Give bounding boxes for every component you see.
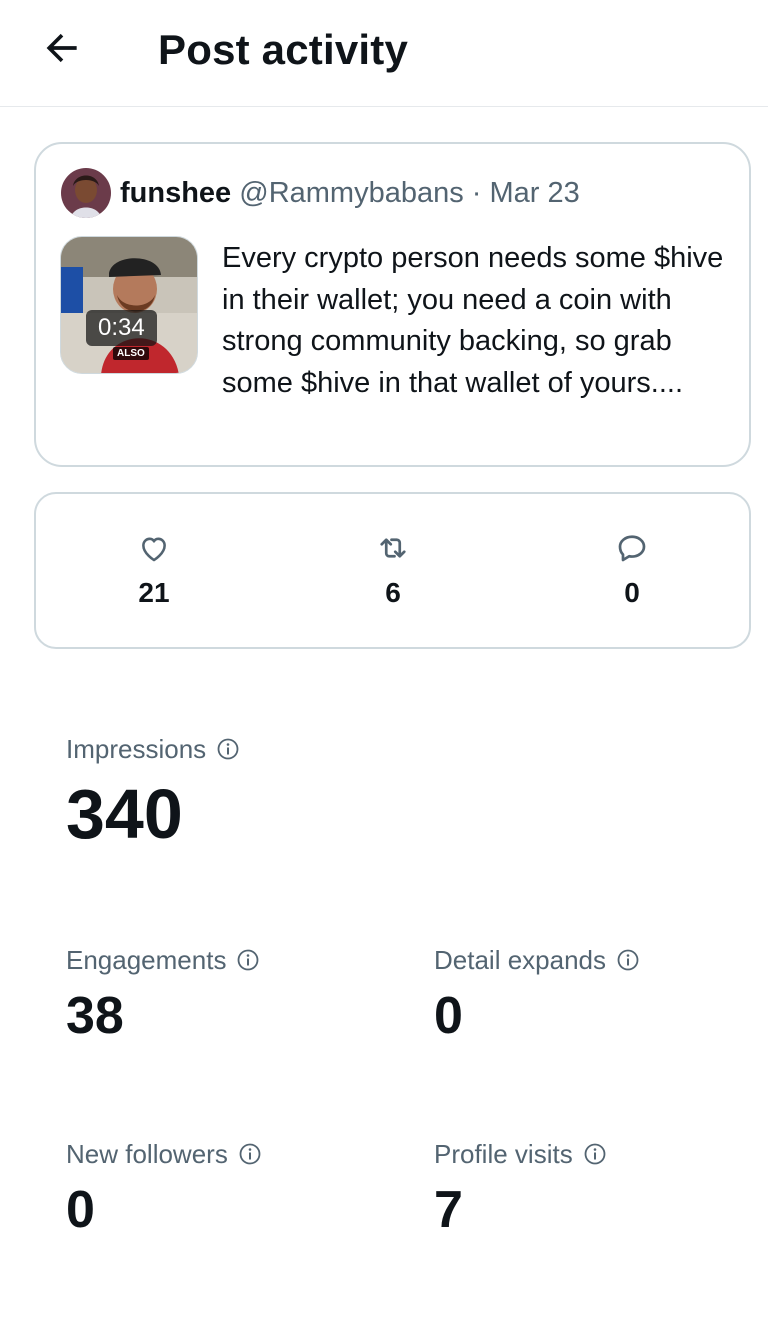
meta-separator: ·	[463, 177, 490, 209]
author-handle: @Rammybabans	[239, 177, 464, 209]
likes-metric: 21	[94, 530, 214, 610]
post-text: Every crypto person needs some $hive in …	[222, 242, 724, 399]
back-button[interactable]	[38, 24, 86, 72]
engagement-summary-card: 21 6 0	[34, 492, 751, 649]
heart-icon	[136, 530, 172, 566]
replies-count: 0	[624, 577, 640, 608]
impressions-stat: Impressions 340	[66, 732, 240, 854]
engagements-label: Engagements	[66, 945, 227, 975]
reposts-metric: 6	[333, 530, 453, 610]
impressions-value: 340	[66, 775, 183, 853]
reposts-count: 6	[385, 577, 401, 608]
post-preview-card[interactable]: funshee @Rammybabans · Mar 23 0:34 ALSO …	[34, 142, 751, 467]
replies-metric: 0	[572, 530, 692, 610]
info-icon[interactable]	[238, 1142, 262, 1166]
profile-visits-stat: Profile visits 7	[434, 1137, 607, 1241]
info-icon[interactable]	[583, 1142, 607, 1166]
thumbnail-tag: ALSO	[113, 347, 149, 360]
engagements-stat: Engagements 38	[66, 943, 260, 1047]
top-bar: Post activity	[0, 0, 768, 107]
info-icon[interactable]	[236, 948, 260, 972]
detail-expands-value: 0	[434, 987, 463, 1045]
new-followers-label: New followers	[66, 1139, 228, 1169]
likes-count: 21	[138, 577, 170, 608]
author-name: funshee	[120, 177, 232, 209]
detail-expands-label: Detail expands	[434, 945, 606, 975]
video-duration: 0:34	[86, 310, 157, 346]
video-thumbnail[interactable]: 0:34 ALSO	[60, 236, 198, 374]
post-author-line: funshee @Rammybabans · Mar 23	[120, 174, 580, 212]
post-date: Mar 23	[489, 177, 580, 209]
reply-icon	[614, 530, 650, 566]
info-icon[interactable]	[616, 948, 640, 972]
page-title: Post activity	[158, 26, 409, 73]
info-icon[interactable]	[216, 737, 240, 761]
new-followers-stat: New followers 0	[66, 1137, 262, 1241]
profile-visits-label: Profile visits	[434, 1139, 573, 1169]
engagements-value: 38	[66, 987, 124, 1045]
impressions-label: Impressions	[66, 734, 207, 764]
detail-expands-stat: Detail expands 0	[434, 943, 640, 1047]
avatar[interactable]	[61, 168, 111, 218]
profile-visits-value: 7	[434, 1181, 463, 1239]
repost-icon	[375, 530, 411, 566]
arrow-left-icon	[46, 33, 77, 63]
new-followers-value: 0	[66, 1181, 95, 1239]
